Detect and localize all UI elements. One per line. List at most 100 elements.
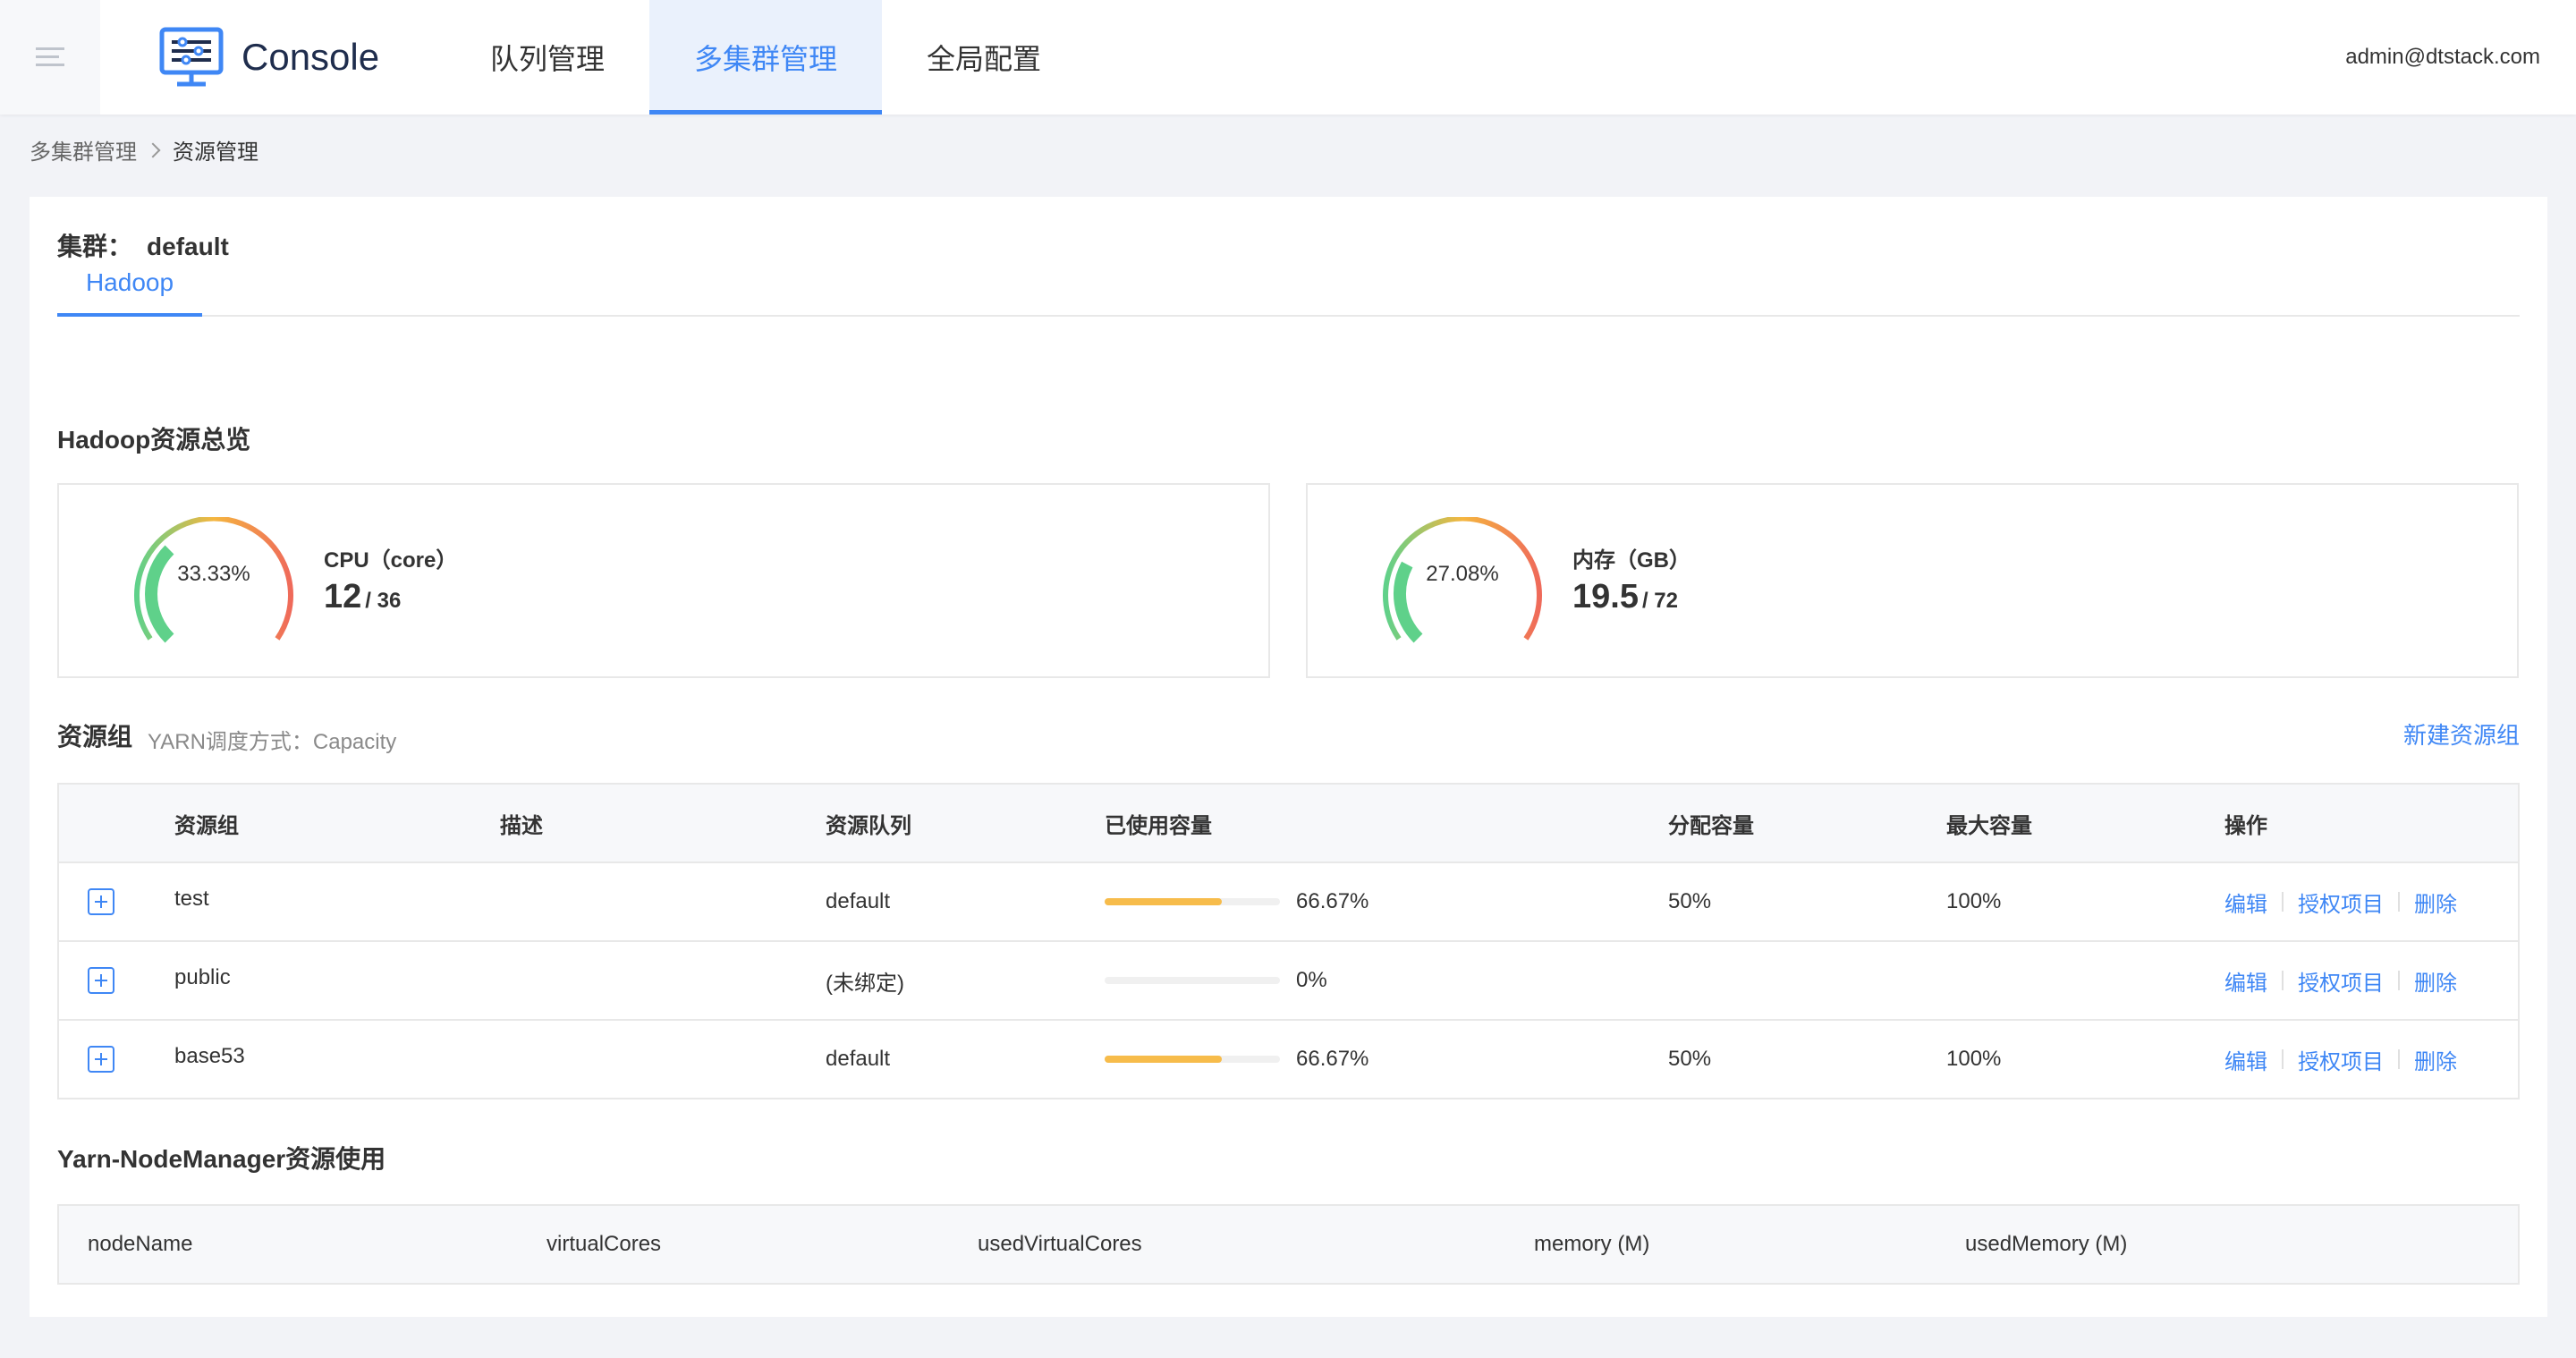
expand-plus-icon[interactable]: [88, 1046, 114, 1073]
progress-bar-fill: [1105, 1056, 1222, 1063]
queue-cell: default: [826, 862, 1105, 942]
action-divider: [2282, 1049, 2284, 1069]
column-header-expand: [58, 784, 174, 863]
expand-cell: [58, 862, 174, 942]
breadcrumb-parent-link[interactable]: 多集群管理: [30, 134, 137, 166]
authorize-projects-link[interactable]: 授权项目: [2298, 1044, 2384, 1075]
allocated-capacity-cell: 50%: [1668, 862, 1946, 942]
progress-bar: [1105, 977, 1280, 984]
group-name-cell: public: [174, 941, 500, 1021]
expand-cell: [58, 1020, 174, 1099]
tab-hadoop[interactable]: Hadoop: [57, 265, 202, 317]
resource-groups-table: 资源组 描述 资源队列 已使用容量 分配容量 最大容量 操作 test defa…: [57, 783, 2520, 1099]
allocated-capacity-cell: 50%: [1668, 1047, 1712, 1071]
node-manager-table: nodeName virtualCores usedVirtualCores m…: [57, 1204, 2520, 1285]
used-capacity-text: 66.67%: [1296, 889, 1369, 913]
column-header-queue: 资源队列: [826, 784, 1105, 863]
used-capacity-text: 0%: [1296, 968, 1327, 992]
menu-toggle-button[interactable]: [0, 0, 100, 115]
allocated-capacity-cell: [1668, 941, 1946, 1021]
expand-plus-icon[interactable]: [88, 888, 114, 915]
table-row: base53 default 66.67% 50% 100% 编辑 授权项目 删…: [58, 1020, 2519, 1099]
delete-link[interactable]: 删除: [2414, 1044, 2457, 1075]
used-capacity-text: 66.67%: [1296, 1047, 1369, 1071]
authorize-projects-link[interactable]: 授权项目: [2298, 965, 2384, 997]
nav-queue-management[interactable]: 队列管理: [445, 0, 649, 115]
delete-link[interactable]: 删除: [2414, 965, 2457, 997]
table-header-row: nodeName virtualCores usedVirtualCores m…: [58, 1205, 2519, 1284]
tab-bar-divider: [57, 315, 2520, 317]
hamburger-icon: [36, 47, 64, 66]
console-logo-icon: [159, 27, 224, 87]
used-capacity-cell: 66.67%: [1105, 1020, 1668, 1099]
description-cell: [500, 941, 826, 1021]
action-divider: [2282, 971, 2284, 990]
progress-bar: [1105, 898, 1280, 905]
node-manager-title: Yarn-NodeManager资源使用: [57, 1145, 386, 1173]
queue-cell: (未绑定): [826, 941, 1105, 1021]
max-capacity-cell: [1946, 941, 2224, 1021]
cpu-label: CPU（core）: [324, 548, 458, 573]
progress-bar: [1105, 1056, 1280, 1063]
action-divider: [2282, 892, 2284, 912]
column-header-memory: memory (M): [1534, 1205, 1965, 1284]
edit-link[interactable]: 编辑: [2224, 887, 2267, 918]
cpu-value: 12/ 36: [324, 578, 401, 616]
column-header-max-capacity: 最大容量: [1946, 784, 2224, 863]
expand-plus-icon[interactable]: [88, 967, 114, 994]
group-name-cell: base53: [174, 1044, 245, 1068]
memory-value: 19.5/ 72: [1572, 578, 1678, 616]
action-divider: [2398, 1049, 2400, 1069]
main-nav: 队列管理 多集群管理 全局配置: [445, 0, 1086, 115]
column-header-actions: 操作: [2224, 784, 2519, 863]
used-capacity-cell: 66.67%: [1105, 862, 1668, 942]
overview-title: Hadoop资源总览: [57, 426, 251, 454]
cpu-gauge: 33.33%: [129, 515, 299, 651]
top-header: Console 队列管理 多集群管理 全局配置 admin@dtstack.co…: [0, 0, 2576, 115]
logo-text: Console: [242, 36, 380, 78]
user-account[interactable]: admin@dtstack.com: [2345, 0, 2540, 115]
progress-bar-fill: [1105, 898, 1222, 905]
chevron-right-icon: [145, 142, 161, 157]
nav-global-config[interactable]: 全局配置: [882, 0, 1086, 115]
table-row: public (未绑定) 0% 编辑 授权项目 删除: [58, 941, 2519, 1021]
max-capacity-cell: 100%: [1946, 1047, 2002, 1071]
yarn-scheduler-info: YARN调度方式：Capacity: [148, 730, 397, 754]
column-header-virtual-cores: virtualCores: [547, 1205, 978, 1284]
group-name-cell: test: [174, 862, 500, 942]
authorize-projects-link[interactable]: 授权项目: [2298, 887, 2384, 918]
memory-resource-box: 27.08% 内存（GB） 19.5/ 72: [1306, 483, 2519, 678]
description-cell: [500, 1020, 826, 1099]
new-resource-group-button[interactable]: 新建资源组: [2403, 717, 2520, 751]
nav-multi-cluster-management[interactable]: 多集群管理: [649, 0, 883, 115]
action-divider: [2398, 892, 2400, 912]
cpu-used: 12: [324, 578, 362, 615]
description-cell: [500, 862, 826, 942]
action-divider: [2398, 971, 2400, 990]
max-capacity-cell: 100%: [1946, 862, 2224, 942]
cpu-total: / 36: [365, 589, 402, 613]
actions-cell: 编辑 授权项目 删除: [2224, 862, 2519, 942]
edit-link[interactable]: 编辑: [2224, 1044, 2267, 1075]
column-header-description: 描述: [500, 784, 826, 863]
memory-gauge: 27.08%: [1377, 515, 1547, 651]
actions-cell: 编辑 授权项目 删除: [2224, 1020, 2519, 1099]
used-capacity-cell: 0%: [1105, 941, 1668, 1021]
cluster-info: 集群： default: [57, 227, 229, 263]
breadcrumb-current: 资源管理: [173, 140, 258, 165]
table-header-row: 资源组 描述 资源队列 已使用容量 分配容量 最大容量 操作: [58, 784, 2519, 863]
logo[interactable]: Console: [159, 27, 379, 88]
column-header-used-capacity: 已使用容量: [1105, 784, 1668, 863]
edit-link[interactable]: 编辑: [2224, 965, 2267, 997]
memory-label: 内存（GB）: [1572, 548, 1690, 573]
resource-management-card: 集群： default Hadoop Hadoop资源总览 33.33% CPU（…: [30, 197, 2547, 1317]
column-header-resource-group: 资源组: [174, 784, 500, 863]
column-header-used-memory: usedMemory (M): [1965, 1205, 2519, 1284]
expand-cell: [58, 941, 174, 1021]
delete-link[interactable]: 删除: [2414, 887, 2457, 918]
column-header-allocated-capacity: 分配容量: [1668, 784, 1946, 863]
memory-used: 19.5: [1572, 578, 1639, 615]
memory-total: / 72: [1641, 589, 1678, 613]
breadcrumb: 多集群管理 资源管理: [30, 134, 258, 166]
cpu-resource-box: 33.33% CPU（core） 12/ 36: [57, 483, 1270, 678]
